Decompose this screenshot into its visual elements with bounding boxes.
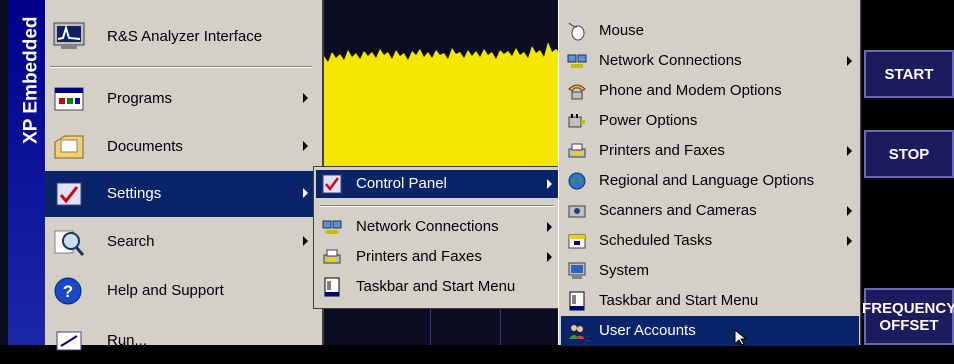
svg-text:?: ? [63, 282, 73, 301]
cp-item-power-options[interactable]: Power Options [561, 106, 859, 136]
mouse-icon [567, 21, 587, 41]
start-item-label: Help and Support [107, 282, 224, 299]
start-item-documents[interactable]: Documents [45, 124, 316, 170]
scanner-icon [567, 201, 587, 221]
settings-submenu: Control Panel Network Connections Printe… [313, 166, 561, 309]
settings-item-label: Printers and Faxes [356, 248, 482, 265]
cp-item-regional-language[interactable]: Regional and Language Options [561, 166, 859, 196]
submenu-arrow-icon [547, 222, 552, 232]
cp-item-label: Power Options [599, 112, 698, 129]
grid-line [500, 305, 501, 345]
power-icon [567, 111, 587, 131]
cp-item-label: Taskbar and Start Menu [599, 292, 759, 309]
analyzer-icon [53, 22, 85, 52]
submenu-arrow-icon [303, 93, 308, 103]
cp-item-label: User Accounts [599, 322, 696, 339]
control-panel-submenu: Mouse Network Connections Phone and Mode… [558, 0, 861, 346]
start-item-label: Programs [107, 90, 173, 107]
search-icon [53, 227, 85, 257]
network-icon [567, 51, 587, 71]
start-item-search[interactable]: Search [45, 219, 316, 265]
cp-item-printers-faxes[interactable]: Printers and Faxes [561, 136, 859, 166]
network-icon [322, 217, 342, 237]
start-item-label: Search [107, 233, 155, 250]
start-item-label: Settings [107, 185, 162, 202]
start-item-label: Documents [107, 138, 183, 155]
cp-item-network-connections[interactable]: Network Connections [561, 46, 859, 76]
cp-item-taskbar[interactable]: Taskbar and Start Menu [561, 286, 859, 316]
taskbar-icon [567, 291, 587, 311]
submenu-arrow-icon [847, 146, 852, 156]
settings-item-control-panel[interactable]: Control Panel [316, 170, 558, 198]
scheduled-tasks-icon [567, 231, 587, 251]
start-item-help[interactable]: ? Help and Support [45, 268, 316, 314]
cp-item-scheduled-tasks[interactable]: Scheduled Tasks [561, 226, 859, 256]
submenu-arrow-icon [547, 179, 552, 189]
submenu-arrow-icon [847, 56, 852, 66]
help-icon: ? [53, 276, 85, 306]
cp-item-label: Scheduled Tasks [599, 232, 713, 249]
start-softkey[interactable]: START [864, 50, 954, 98]
menu-separator [320, 205, 554, 207]
taskbar-icon [322, 277, 342, 297]
frequency-offset-softkey[interactable]: FREQUENCY OFFSET [862, 288, 954, 345]
system-icon [567, 261, 587, 281]
printer-icon [567, 141, 587, 161]
start-item-run[interactable]: Run... [45, 318, 316, 364]
menu-separator [50, 66, 312, 68]
cp-item-system[interactable]: System [561, 256, 859, 286]
start-item-analyzer-interface[interactable]: R&S Analyzer Interface [45, 14, 316, 60]
submenu-arrow-icon [547, 252, 552, 262]
cp-item-label: Network Connections [599, 52, 742, 69]
settings-item-printers-faxes[interactable]: Printers and Faxes [316, 243, 558, 271]
submenu-arrow-icon [303, 141, 308, 151]
settings-icon [53, 179, 85, 209]
spectrum-trace [318, 42, 563, 170]
cp-item-scanners-cameras[interactable]: Scanners and Cameras [561, 196, 859, 226]
submenu-arrow-icon [847, 236, 852, 246]
cp-item-label: Printers and Faxes [599, 142, 725, 159]
start-item-settings[interactable]: Settings [45, 171, 316, 217]
settings-item-taskbar[interactable]: Taskbar and Start Menu [316, 273, 558, 301]
settings-item-label: Control Panel [356, 175, 447, 192]
mouse-cursor-icon [734, 329, 748, 345]
cp-item-label: Phone and Modem Options [599, 82, 782, 99]
softkey-panel: START STOP FREQUENCY OFFSET [862, 0, 954, 345]
settings-item-label: Network Connections [356, 218, 499, 235]
cp-item-label: System [599, 262, 650, 279]
submenu-arrow-icon [303, 236, 308, 246]
cp-item-user-accounts[interactable]: User Accounts [561, 316, 859, 346]
cp-item-phone-modem[interactable]: Phone and Modem Options [561, 76, 859, 106]
start-item-programs[interactable]: Programs [45, 76, 316, 122]
start-item-label: R&S Analyzer Interface [107, 28, 263, 45]
settings-item-label: Taskbar and Start Menu [356, 278, 516, 295]
documents-icon [53, 132, 85, 162]
user-accounts-icon [567, 321, 587, 341]
cp-item-label: Regional and Language Options [599, 172, 815, 189]
programs-icon [53, 84, 85, 114]
grid-line [430, 305, 431, 345]
cp-item-mouse[interactable]: Mouse [561, 16, 859, 46]
start-item-label: Run... [107, 332, 148, 349]
globe-icon [567, 171, 587, 191]
settings-item-network-connections[interactable]: Network Connections [316, 213, 558, 241]
cp-item-label: Mouse [599, 22, 645, 39]
stop-softkey[interactable]: STOP [864, 130, 954, 178]
submenu-arrow-icon [303, 188, 308, 198]
control-panel-icon [322, 174, 342, 194]
run-icon [53, 326, 85, 356]
banner-text: XP Embedded [20, 16, 42, 144]
submenu-arrow-icon [847, 206, 852, 216]
cp-item-label: Scanners and Cameras [599, 202, 757, 219]
phone-icon [567, 81, 587, 101]
printer-icon [322, 247, 342, 267]
start-menu-banner: XP Embedded [8, 0, 45, 345]
